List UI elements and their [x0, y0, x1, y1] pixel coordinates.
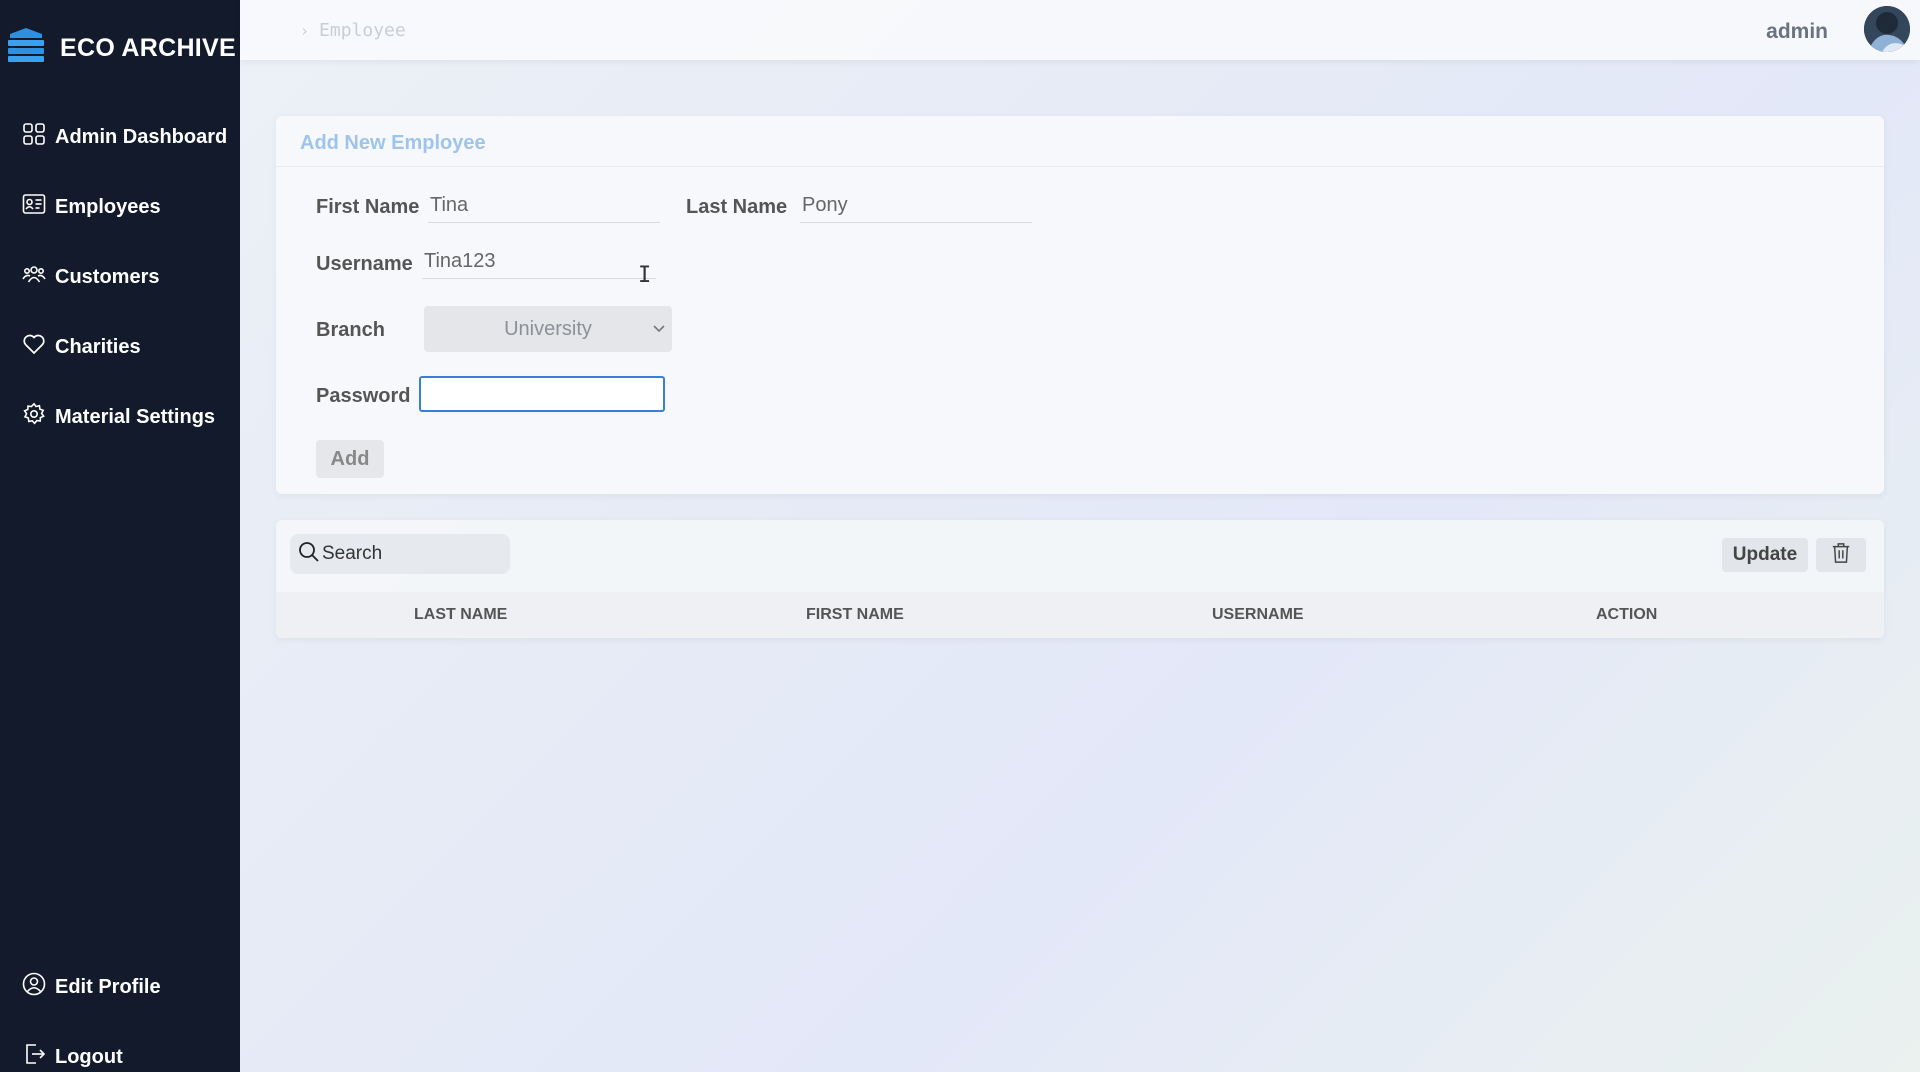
branch-select[interactable]: University [424, 306, 672, 352]
column-header-username[interactable]: USERNAME [1212, 606, 1304, 624]
sidebar-item-employees[interactable]: Employees [22, 192, 161, 222]
password-field[interactable] [419, 376, 665, 412]
breadcrumb-item[interactable]: Employee [319, 20, 406, 41]
username-field[interactable] [422, 244, 656, 279]
logout-icon [22, 1042, 55, 1072]
password-label: Password [316, 385, 411, 407]
trash-icon [1831, 542, 1851, 569]
app-logo[interactable]: ECO ARCHIVE [6, 28, 236, 69]
sidebar-item-label: Employees [55, 195, 161, 218]
id-card-icon [22, 192, 55, 222]
first-name-label: First Name [316, 196, 420, 218]
search-icon [290, 541, 320, 568]
sidebar-item-label: Charities [55, 335, 141, 358]
avatar[interactable] [1864, 6, 1910, 52]
user-name[interactable]: admin [1766, 20, 1828, 44]
sidebar-item-label: Edit Profile [55, 975, 161, 998]
last-name-field[interactable] [800, 188, 1032, 223]
table-header: LAST NAME FIRST NAME USERNAME ACTION [276, 592, 1884, 638]
add-employee-card: Add New Employee First Name Last Name Us… [276, 116, 1884, 494]
sidebar-item-label: Customers [55, 265, 160, 288]
heart-icon [22, 332, 55, 362]
top-bar: › Employee admin [240, 0, 1920, 60]
card-title: Add New Employee [300, 132, 486, 154]
search-placeholder: Search [322, 543, 383, 564]
column-header-action: ACTION [1596, 606, 1658, 623]
first-name-field[interactable] [428, 188, 660, 223]
grid-icon [22, 122, 55, 152]
sidebar-item-customers[interactable]: Customers [22, 262, 159, 292]
card-header: Add New Employee [276, 116, 1884, 167]
gear-icon [22, 402, 55, 432]
sidebar-item-label: Logout [55, 1045, 123, 1068]
sidebar-item-logout[interactable]: Logout [22, 1042, 123, 1072]
add-button[interactable]: Add [316, 440, 384, 478]
sidebar-item-material-settings[interactable]: Material Settings [22, 402, 215, 432]
delete-button[interactable] [1816, 538, 1866, 572]
username-label: Username [316, 253, 413, 275]
sidebar-item-label: Admin Dashboard [55, 125, 228, 148]
branch-select-value: University [504, 317, 592, 340]
branch-label: Branch [316, 319, 385, 341]
breadcrumb: › Employee [300, 20, 406, 41]
logo-icon [6, 28, 46, 69]
last-name-label: Last Name [686, 196, 788, 218]
sidebar-item-label: Material Settings [55, 405, 216, 428]
column-header-first-name[interactable]: FIRST NAME [806, 606, 904, 624]
sidebar-item-charities[interactable]: Charities [22, 332, 141, 362]
sidebar-item-edit-profile[interactable]: Edit Profile [22, 972, 161, 1002]
column-header-last-name[interactable]: LAST NAME [414, 606, 507, 624]
search-input[interactable]: Search [290, 534, 510, 574]
sidebar-item-admin-dashboard[interactable]: Admin Dashboard [22, 122, 227, 152]
user-circle-icon [22, 972, 55, 1002]
users-icon [22, 262, 55, 292]
chevron-right-icon: › [300, 22, 310, 40]
sidebar: ECO ARCHIVE Admin Dashboard Employees Cu… [0, 0, 240, 1072]
app-name: ECO ARCHIVE [60, 34, 237, 62]
text-cursor-icon: I [638, 263, 652, 288]
update-button[interactable]: Update [1722, 538, 1808, 572]
employee-table-card: Search Update LAST NAME FIRST NAME USERN… [276, 520, 1884, 638]
